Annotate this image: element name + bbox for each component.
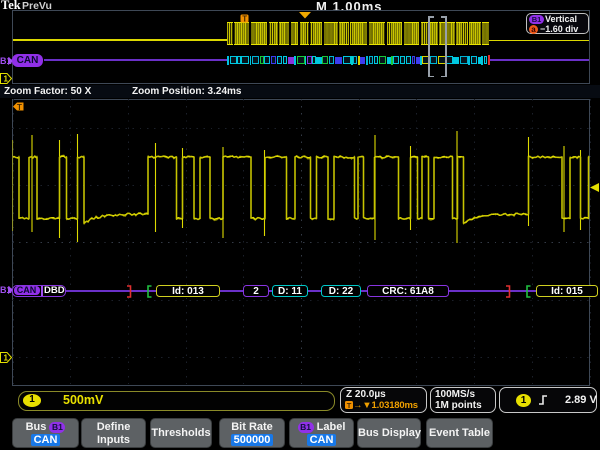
svg-text:1: 1	[4, 353, 9, 362]
svg-text:T: T	[347, 401, 352, 409]
